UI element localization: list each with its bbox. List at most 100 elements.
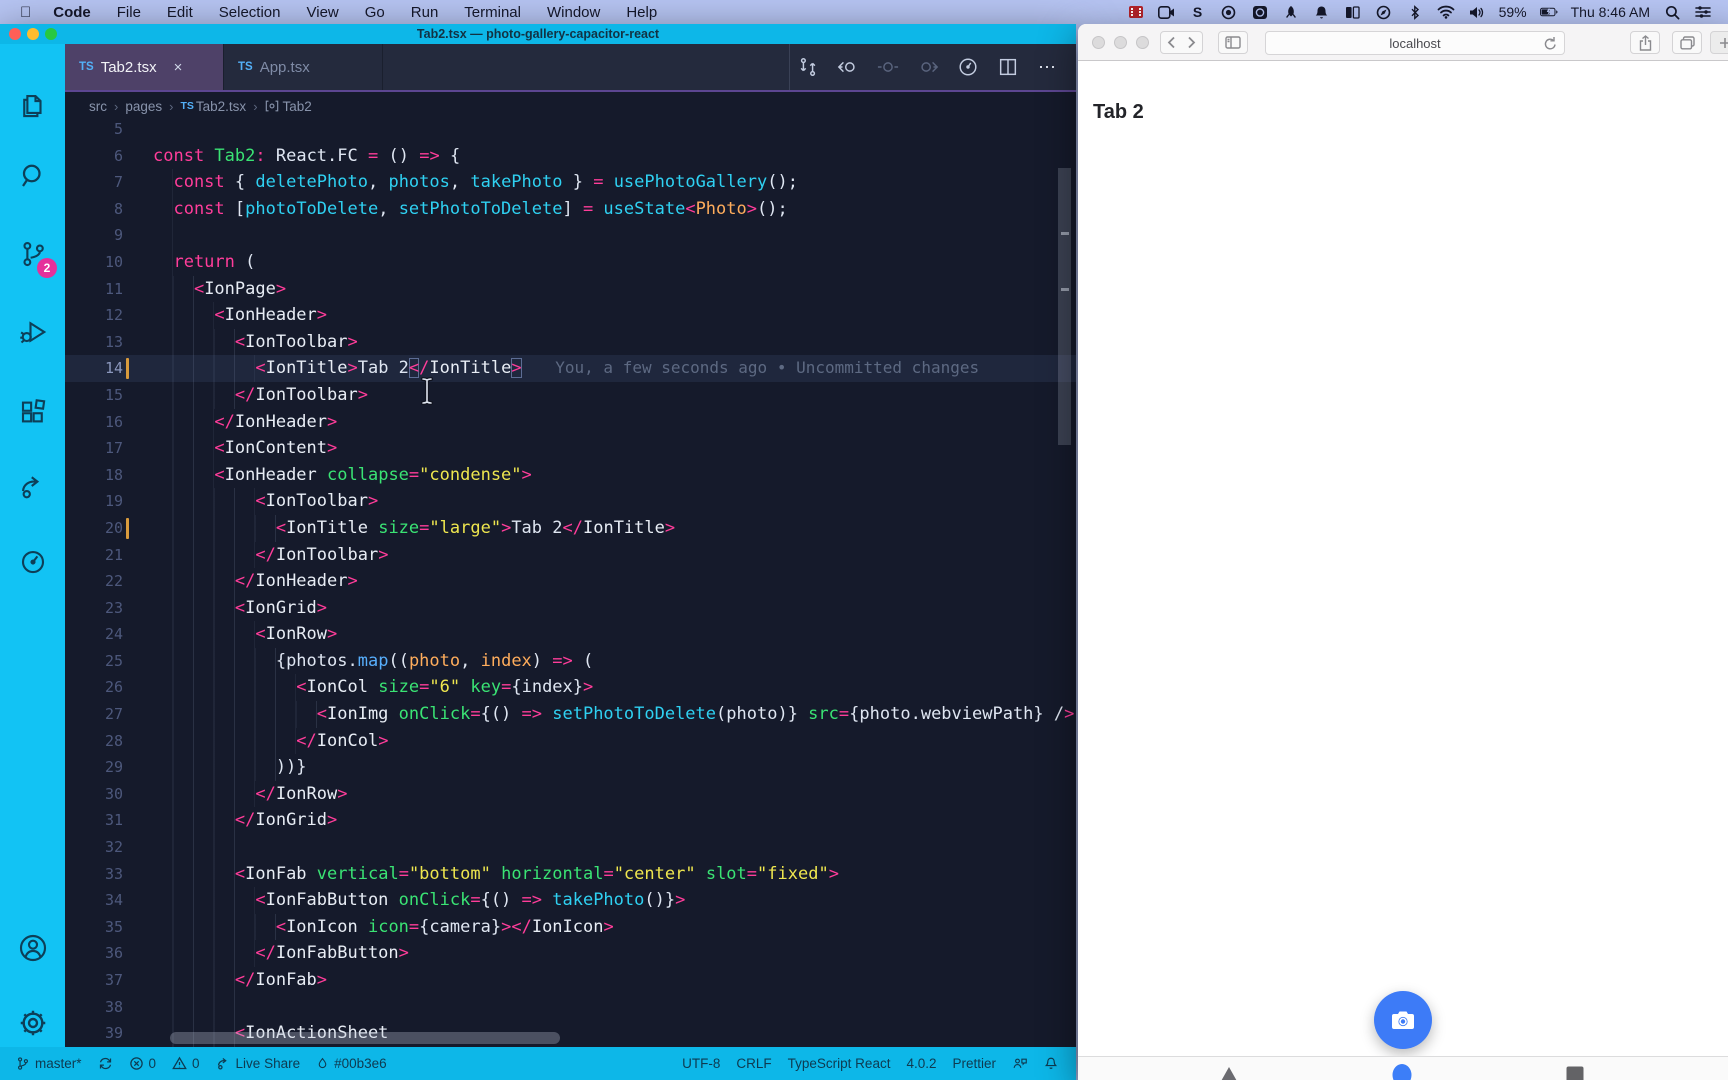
status-item-master-[interactable]: master* xyxy=(8,1056,90,1071)
breadcrumb-item-pages[interactable]: pages xyxy=(125,99,162,114)
code-line-19[interactable]: 19 <IonToolbar> xyxy=(65,488,1076,515)
code-line-24[interactable]: 24 <IonRow> xyxy=(65,621,1076,648)
compass-icon[interactable] xyxy=(1375,4,1393,20)
menu-item-selection[interactable]: Selection xyxy=(219,4,281,21)
minimize-window-button[interactable] xyxy=(1114,36,1127,49)
address-bar[interactable]: localhost xyxy=(1265,31,1565,55)
settings-gear-icon[interactable] xyxy=(0,997,65,1049)
rocket-icon[interactable] xyxy=(1282,4,1300,20)
code-line-30[interactable]: 30 </IonRow> xyxy=(65,780,1076,808)
status-item-0[interactable]: 0 xyxy=(121,1056,165,1071)
status-item-feedback[interactable] xyxy=(1004,1056,1036,1071)
code-editor[interactable]: 5 6 const Tab2: React.FC = () => {7 const {… xyxy=(65,120,1076,1051)
menu-item-edit[interactable]: Edit xyxy=(167,4,193,21)
forward-button[interactable] xyxy=(1181,31,1203,54)
breadcrumb-item-tab2.tsx[interactable]: TS Tab2.tsx xyxy=(180,99,246,114)
code-line-16[interactable]: 16 </IonHeader> xyxy=(65,408,1076,436)
menu-item-terminal[interactable]: Terminal xyxy=(464,4,521,21)
spotlight-search-icon[interactable] xyxy=(1663,4,1681,20)
volume-icon[interactable] xyxy=(1468,4,1486,20)
split-editor-icon[interactable] xyxy=(990,50,1026,84)
code-line-10[interactable]: 10 return ( xyxy=(65,248,1076,276)
code-line-25[interactable]: 25 {photos.map((photo, index) => ( xyxy=(65,647,1076,675)
back-button[interactable] xyxy=(1160,31,1182,54)
menu-item-view[interactable]: View xyxy=(307,4,339,21)
code-line-7[interactable]: 7 const { deletePhoto, photos, takePhoto … xyxy=(65,169,1076,196)
film-icon[interactable] xyxy=(1127,4,1145,20)
account-icon[interactable] xyxy=(0,922,65,974)
code-line-34[interactable]: 34 <IonFabButton onClick={() => takePhoto… xyxy=(65,887,1076,914)
horizontal-scrollbar[interactable] xyxy=(170,1032,560,1044)
tab-tab-one[interactable]: Tab One xyxy=(1169,1063,1289,1080)
extensions-icon[interactable] xyxy=(0,386,65,438)
status-item-#00b3e6[interactable]: #00b3e6 xyxy=(308,1056,395,1071)
code-line-13[interactable]: 13 <IonToolbar> xyxy=(65,328,1076,356)
code-line-28[interactable]: 28 </IonCol> xyxy=(65,727,1076,755)
code-line-36[interactable]: 36 </IonFabButton> xyxy=(65,940,1076,967)
status-item-utf-8[interactable]: UTF-8 xyxy=(674,1056,728,1071)
vertical-scrollbar[interactable] xyxy=(1058,168,1071,445)
minimize-window-button[interactable] xyxy=(27,28,39,40)
s-app-icon[interactable]: S xyxy=(1189,4,1207,20)
run-debug-icon[interactable] xyxy=(0,306,65,358)
menu-item-help[interactable]: Help xyxy=(626,4,657,21)
code-line-5[interactable]: 5 xyxy=(65,120,1076,143)
tab-tab-two[interactable]: Tab Two xyxy=(1342,1063,1462,1080)
breadcrumb-item-tab2[interactable]: Tab2 xyxy=(265,99,312,114)
code-line-15[interactable]: 15 </IonToolbar> xyxy=(65,381,1076,409)
video-icon[interactable] xyxy=(1158,4,1176,20)
code-line-22[interactable]: 22 </IonHeader> xyxy=(65,568,1076,595)
share-icon[interactable] xyxy=(1630,31,1660,54)
tab-overview-icon[interactable] xyxy=(1672,31,1702,54)
open-changes-icon[interactable] xyxy=(790,50,826,84)
code-line-18[interactable]: 18 <IonHeader collapse="condense"> xyxy=(65,461,1076,489)
code-line-23[interactable]: 23 <IonGrid> xyxy=(65,594,1076,622)
control-center-icon[interactable] xyxy=(1694,4,1712,20)
vscode-title-bar[interactable]: Tab2.tsx — photo-gallery-capacitor-react xyxy=(0,24,1076,44)
reload-icon[interactable] xyxy=(1544,36,1557,54)
close-tab-icon[interactable]: × xyxy=(174,59,183,76)
status-item-live-share[interactable]: Live Share xyxy=(208,1056,309,1071)
code-line-31[interactable]: 31 </IonGrid> xyxy=(65,807,1076,835)
code-line-33[interactable]: 33 <IonFab vertical="bottom" horizontal="… xyxy=(65,860,1076,888)
code-line-27[interactable]: 27 <IonImg onClick={() => setPhotoToDelet… xyxy=(65,701,1076,728)
status-item-bell[interactable] xyxy=(1036,1056,1066,1071)
code-line-20[interactable]: 20 <IonTitle size="large">Tab 2</IonTitle… xyxy=(65,514,1076,542)
close-window-button[interactable] xyxy=(1092,36,1105,49)
apple-icon[interactable]:  xyxy=(20,4,31,21)
sidebar-icon[interactable] xyxy=(1218,31,1248,54)
breadcrumb-item-src[interactable]: src xyxy=(89,99,107,114)
new-tab-icon[interactable] xyxy=(1710,31,1728,54)
notification-bell-icon[interactable] xyxy=(1313,4,1331,20)
code-line-37[interactable]: 37 </IonFab> xyxy=(65,967,1076,994)
breadcrumb[interactable]: src › pages › TS Tab2.tsx › Tab2 xyxy=(65,92,1076,120)
status-item-4.0.2[interactable]: 4.0.2 xyxy=(898,1056,944,1071)
code-line-9[interactable]: 9 xyxy=(65,222,1076,249)
next-change-icon[interactable] xyxy=(910,50,946,84)
live-share-icon[interactable] xyxy=(0,460,65,512)
more-actions-icon[interactable]: ⋯ xyxy=(1030,50,1066,84)
status-item-sync[interactable] xyxy=(90,1056,121,1071)
zoom-window-button[interactable] xyxy=(45,28,57,40)
screen-capture-icon[interactable] xyxy=(1251,4,1269,20)
timeline-icon[interactable] xyxy=(950,50,986,84)
status-item-prettier[interactable]: Prettier xyxy=(944,1056,1004,1071)
tab-tab-three[interactable]: Tab Three xyxy=(1515,1063,1635,1080)
status-item-crlf[interactable]: CRLF xyxy=(728,1056,779,1071)
code-line-11[interactable]: 11 <IonPage> xyxy=(65,275,1076,303)
wifi-icon[interactable] xyxy=(1437,4,1455,20)
code-line-12[interactable]: 12 <IonHeader> xyxy=(65,302,1076,329)
previous-change-icon[interactable] xyxy=(830,50,866,84)
code-line-26[interactable]: 26 <IonCol size="6" key={index}> xyxy=(65,674,1076,702)
code-line-8[interactable]: 8 const [photoToDelete, setPhotoToDelete]… xyxy=(65,195,1076,223)
close-window-button[interactable] xyxy=(9,28,21,40)
editor-tab-tab2.tsx[interactable]: TS Tab2.tsx × xyxy=(65,44,224,90)
status-item-typescript-react[interactable]: TypeScript React xyxy=(780,1056,899,1071)
menu-clock[interactable]: Thu 8:46 AM xyxy=(1571,4,1650,20)
code-line-32[interactable]: 32 xyxy=(65,834,1076,861)
source-control-icon[interactable]: 2 xyxy=(0,228,65,280)
zoom-window-button[interactable] xyxy=(1136,36,1149,49)
code-line-14[interactable]: 14 <IonTitle>Tab 2</IonTitle> You, a few s… xyxy=(65,355,1076,382)
change-icon[interactable] xyxy=(870,50,906,84)
code-line-17[interactable]: 17 <IonContent> xyxy=(65,435,1076,462)
